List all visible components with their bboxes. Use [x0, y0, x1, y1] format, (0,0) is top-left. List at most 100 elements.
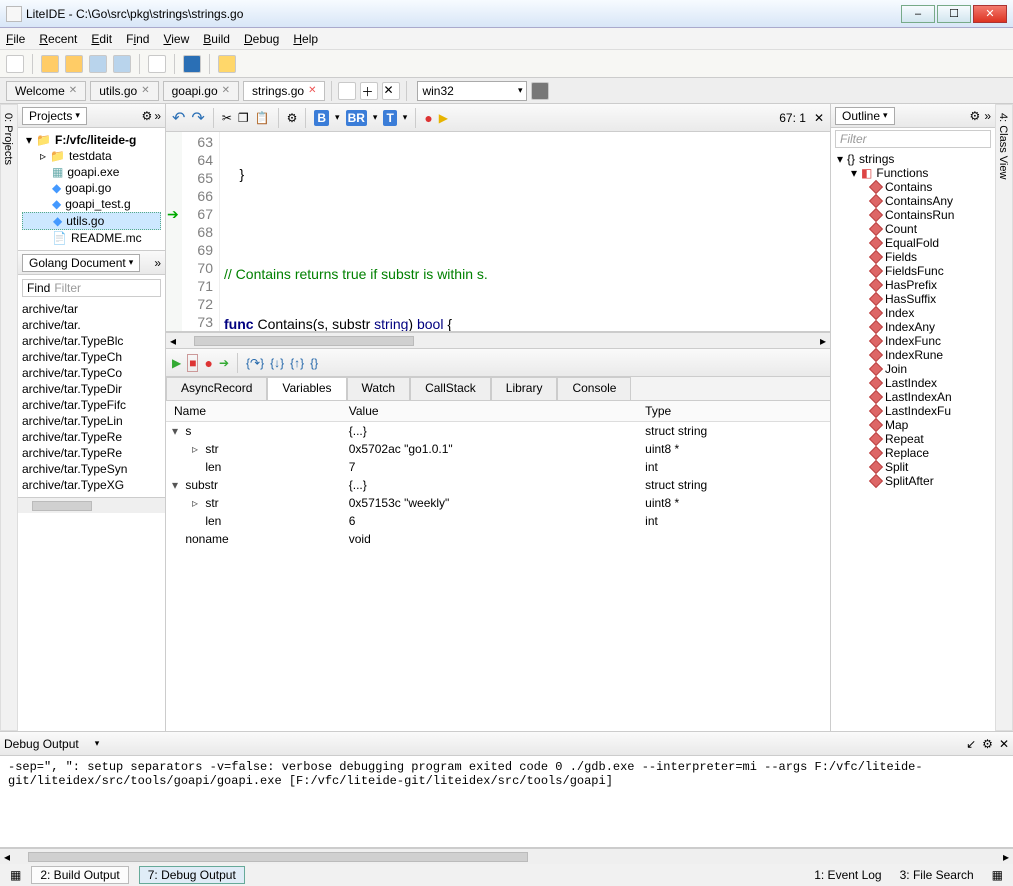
var-row[interactable]: nonamevoid — [166, 530, 830, 548]
new-icon[interactable] — [6, 55, 24, 73]
outline-filter[interactable]: Filter — [835, 130, 991, 148]
debug-continue-icon[interactable]: ➔ — [219, 356, 229, 370]
wizard-icon[interactable] — [148, 55, 166, 73]
saveall-icon[interactable] — [113, 55, 131, 73]
doc-list[interactable]: archive/tar archive/tar. archive/tar.Typ… — [18, 301, 165, 497]
clear-icon[interactable]: ↙ — [966, 737, 976, 751]
add-tab-icon[interactable]: ＋ — [360, 82, 378, 100]
home-icon[interactable] — [183, 55, 201, 73]
key-icon[interactable] — [218, 55, 236, 73]
copy-icon[interactable]: ❐ — [238, 111, 249, 125]
tab-welcome[interactable]: Welcome✕ — [6, 81, 86, 101]
test-icon[interactable]: T — [383, 110, 396, 126]
outline-fn[interactable]: HasSuffix — [837, 292, 989, 306]
collapse-icon[interactable]: » — [154, 109, 161, 123]
outline-fn[interactable]: HasPrefix — [837, 278, 989, 292]
tab-watch[interactable]: Watch — [347, 377, 411, 400]
tab-goapi[interactable]: goapi.go✕ — [163, 81, 239, 101]
tab-asyncrecord[interactable]: AsyncRecord — [166, 377, 267, 400]
tab-callstack[interactable]: CallStack — [410, 377, 491, 400]
outline-fn[interactable]: FieldsFunc — [837, 264, 989, 278]
outline-fn[interactable]: Index — [837, 306, 989, 320]
menu-debug[interactable]: Debug — [244, 32, 279, 46]
tab-console[interactable]: Console — [557, 377, 631, 400]
editor-hscroll[interactable]: ◂▸ — [166, 332, 830, 348]
outline-fn[interactable]: SplitAfter — [837, 474, 989, 488]
run-icon[interactable]: ▶ — [439, 111, 448, 125]
outline-fn[interactable]: Map — [837, 418, 989, 432]
tab-utils[interactable]: utils.go✕ — [90, 81, 158, 101]
menu-help[interactable]: Help — [293, 32, 318, 46]
menu-build[interactable]: Build — [203, 32, 230, 46]
projects-dropdown[interactable]: Projects▾ — [22, 107, 87, 125]
debug-stop-icon[interactable]: ■ — [187, 354, 198, 372]
var-row[interactable]: ▹ str0x57153c "weekly"uint8 * — [166, 494, 830, 512]
outline-fn[interactable]: ContainsAny — [837, 194, 989, 208]
outline-fn[interactable]: LastIndexFu — [837, 404, 989, 418]
output-hscroll[interactable]: ◂▸ — [0, 848, 1013, 864]
outline-fn[interactable]: Split — [837, 460, 989, 474]
rail-class-view[interactable]: 4: Class View — [995, 111, 1011, 724]
outline-fn[interactable]: Replace — [837, 446, 989, 460]
tab-library[interactable]: Library — [491, 377, 558, 400]
step-over-icon[interactable]: {↷} — [246, 356, 264, 370]
status-file-search[interactable]: 3: File Search — [900, 868, 974, 882]
expand-icon[interactable]: » — [154, 256, 161, 270]
outline-fn[interactable]: Repeat — [837, 432, 989, 446]
menu-find[interactable]: Find — [126, 32, 149, 46]
gear-icon[interactable]: ⚙ — [142, 109, 153, 123]
expand-icon[interactable]: » — [984, 109, 991, 123]
outline-fn[interactable]: LastIndexAn — [837, 390, 989, 404]
menu-edit[interactable]: Edit — [91, 32, 112, 46]
outline-fn[interactable]: IndexAny — [837, 320, 989, 334]
redo-icon[interactable]: ↷ — [191, 108, 204, 128]
minimize-button[interactable]: – — [901, 5, 935, 23]
golang-doc-dropdown[interactable]: Golang Document▾ — [22, 254, 140, 272]
outline-tree[interactable]: ▾{}strings ▾◧Functions ContainsContainsA… — [831, 150, 995, 490]
gear-icon[interactable]: ⚙ — [287, 111, 298, 125]
rail-projects[interactable]: 0: Projects — [0, 111, 16, 724]
step-into-icon[interactable]: {↓} — [270, 356, 284, 370]
projects-tree[interactable]: ▾📁F:/vfc/liteide-g ▹📁testdata ▦goapi.exe… — [18, 128, 165, 250]
step-icon[interactable]: {} — [310, 356, 318, 370]
target-icon[interactable] — [531, 82, 549, 100]
status-event-log[interactable]: 1: Event Log — [814, 868, 881, 882]
status-build-output[interactable]: 2: Build Output — [31, 866, 128, 884]
doc-filter-input[interactable]: FindFilter — [22, 279, 161, 297]
var-row[interactable]: ▾ s{...}struct string — [166, 422, 830, 441]
menu-view[interactable]: View — [163, 32, 189, 46]
tab-variables[interactable]: Variables — [267, 377, 346, 400]
undo-icon[interactable]: ↶ — [172, 108, 185, 128]
gear-icon[interactable]: ⚙ — [982, 737, 993, 751]
debug-run-icon[interactable]: ▶ — [172, 356, 181, 370]
outline-dropdown[interactable]: Outline▾ — [835, 107, 895, 125]
outline-fn[interactable]: Join — [837, 362, 989, 376]
debug-break-icon[interactable]: ● — [204, 355, 212, 371]
cut-icon[interactable]: ✂ — [222, 111, 232, 125]
build-icon[interactable]: B — [314, 110, 329, 126]
list-icon[interactable] — [338, 82, 356, 100]
close-button[interactable]: ✕ — [973, 5, 1007, 23]
menu-recent[interactable]: Recent — [39, 32, 77, 46]
step-out-icon[interactable]: {↑} — [290, 356, 304, 370]
var-row[interactable]: ▹ str0x5702ac "go1.0.1"uint8 * — [166, 440, 830, 458]
maximize-button[interactable]: ☐ — [937, 5, 971, 23]
debug-output[interactable]: -sep=", ": setup separators -v=false: ve… — [0, 756, 1013, 848]
target-select[interactable]: win32▾ — [417, 81, 527, 101]
outline-fn[interactable]: LastIndex — [837, 376, 989, 390]
outline-fn[interactable]: Count — [837, 222, 989, 236]
menu-file[interactable]: File — [6, 32, 25, 46]
outline-fn[interactable]: IndexFunc — [837, 334, 989, 348]
close-editor-icon[interactable]: ✕ — [814, 111, 824, 125]
buildrun-icon[interactable]: BR — [346, 110, 367, 126]
outline-fn[interactable]: IndexRune — [837, 348, 989, 362]
var-row[interactable]: len6int — [166, 512, 830, 530]
variables-view[interactable]: NameValueType ▾ s{...}struct string▹ str… — [166, 401, 830, 731]
gear-icon[interactable]: ⚙ — [970, 109, 981, 123]
close-tab-icon[interactable]: ✕ — [382, 82, 400, 100]
outline-fn[interactable]: Contains — [837, 180, 989, 194]
tab-strings[interactable]: strings.go✕ — [243, 81, 325, 101]
open-folder-icon[interactable] — [65, 55, 83, 73]
close-panel-icon[interactable]: ✕ — [999, 737, 1009, 751]
save-icon[interactable] — [89, 55, 107, 73]
